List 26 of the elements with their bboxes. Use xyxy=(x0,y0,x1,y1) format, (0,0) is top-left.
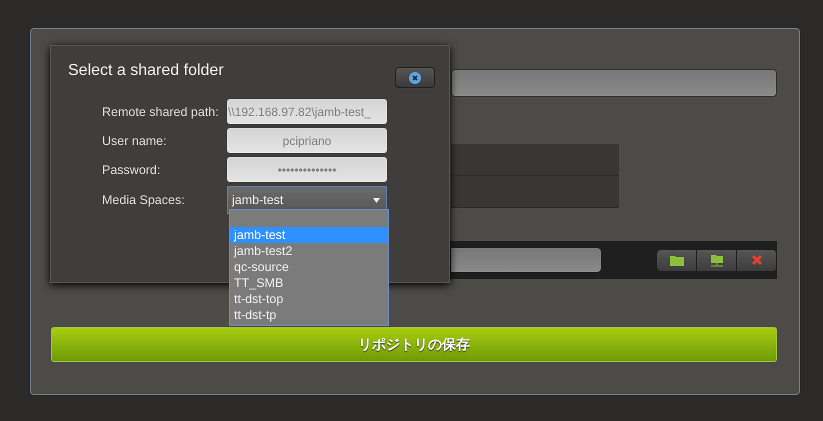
caret-icon xyxy=(373,198,380,202)
toolbar-button[interactable] xyxy=(737,250,777,270)
dropdown-option[interactable]: jamb-test2 xyxy=(230,243,388,259)
dialog-title: Select a shared folder xyxy=(68,62,224,80)
toolbar-button[interactable] xyxy=(697,250,737,270)
input-field[interactable]: \\192.168.97.82\jamb-test_ xyxy=(227,99,387,124)
dropdown-option[interactable]: jamb-test xyxy=(230,227,388,243)
save-button[interactable]: リポジトリの保存 xyxy=(51,327,777,362)
field-label: User name: xyxy=(102,134,168,148)
field-label: Remote shared path: xyxy=(102,104,220,118)
dropdown-option[interactable]: tt-dst-tp xyxy=(230,307,388,323)
input-field[interactable] xyxy=(451,248,601,272)
dropdown-option[interactable]: TT_SMB xyxy=(230,275,388,291)
folder-icon xyxy=(670,254,684,266)
input-field[interactable] xyxy=(451,69,777,97)
close-icon xyxy=(409,72,421,84)
dropdown-option[interactable]: qc-source xyxy=(230,259,388,275)
close-button[interactable] xyxy=(395,67,435,88)
password-field[interactable]: •••••••••••••• xyxy=(227,157,387,182)
input-field[interactable]: pcipriano xyxy=(227,128,387,153)
field-label: Password: xyxy=(102,162,162,176)
close-icon xyxy=(750,254,762,266)
network-folder-icon xyxy=(710,254,724,266)
dropdown-option[interactable]: tt-dst-top xyxy=(230,291,388,307)
field-label: Media Spaces: xyxy=(102,193,186,207)
toolbar-button[interactable] xyxy=(657,250,697,270)
